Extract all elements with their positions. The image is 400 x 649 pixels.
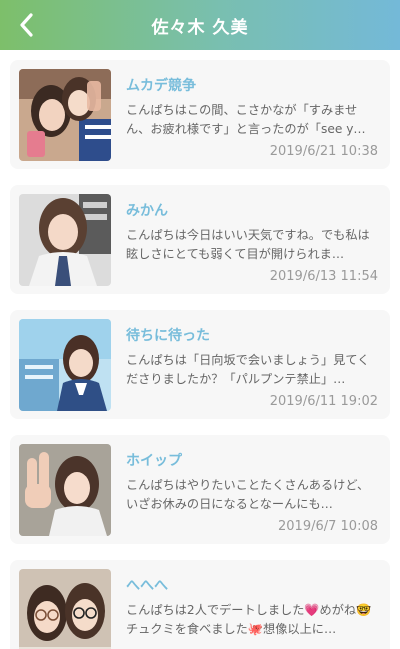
blog-entry-card[interactable]: みかん こんぱちは今日はいい天気ですね。でも私は眩しさにとても弱くて目が開けられ… [10, 185, 390, 294]
blog-entry-card[interactable]: 待ちに待った こんぱちは「日向坂で会いましょう」見てくださりましたか？「パルプン… [10, 310, 390, 419]
entry-snippet: こんぱちは2人でデートしました💗めがね🤓チュクミを食べました🐙想像以上に… [126, 603, 372, 636]
blog-entry-list[interactable]: ムカデ競争 こんぱちはこの間、こさかなが「すみません、お疲れ様です」と言ったのが… [0, 50, 400, 649]
entry-date: 2019/6/11 19:02 [269, 394, 378, 409]
app-header: 佐々木 久美 [0, 0, 400, 50]
back-button[interactable] [10, 8, 44, 42]
page-title: 佐々木 久美 [151, 17, 249, 38]
entry-snippet: こんぱちはこの間、こさかなが「すみません、お疲れ様です」と言ったのが「see y… [126, 103, 366, 136]
blog-entry-card[interactable]: ムカデ競争 こんぱちはこの間、こさかなが「すみません、お疲れ様です」と言ったのが… [10, 60, 390, 169]
chevron-left-icon [20, 13, 33, 37]
entry-title: 待ちに待った [126, 328, 210, 344]
entry-thumbnail [19, 569, 111, 649]
entry-snippet: こんぱちは今日はいい天気ですね。でも私は眩しさにとても弱くて目が開けられま… [126, 228, 370, 261]
blog-entry-card[interactable]: ホイップ こんぱちはやりたいことたくさんあるけど、いざお休みの日になるとなーんに… [10, 435, 390, 544]
entry-thumbnail [19, 319, 111, 411]
entry-title: ホイップ [126, 453, 182, 469]
entry-thumbnail [19, 444, 111, 536]
entry-date: 2019/6/13 11:54 [269, 269, 378, 284]
entry-thumbnail [19, 194, 111, 286]
entry-snippet: こんぱちは「日向坂で会いましょう」見てくださりましたか？「パルプンテ禁止」… [126, 353, 370, 386]
entry-title: へへへ [126, 578, 168, 594]
blog-entry-card[interactable]: へへへ こんぱちは2人でデートしました💗めがね🤓チュクミを食べました🐙想像以上に… [10, 560, 390, 649]
entry-date: 2019/6/7 10:08 [278, 519, 378, 534]
entry-snippet: こんぱちはやりたいことたくさんあるけど、いざお休みの日になるとなーんにも… [126, 478, 370, 511]
entry-date: 2019/6/21 10:38 [269, 144, 378, 159]
entry-title: みかん [126, 203, 168, 219]
entry-thumbnail [19, 69, 111, 161]
entry-title: ムカデ競争 [126, 78, 196, 94]
